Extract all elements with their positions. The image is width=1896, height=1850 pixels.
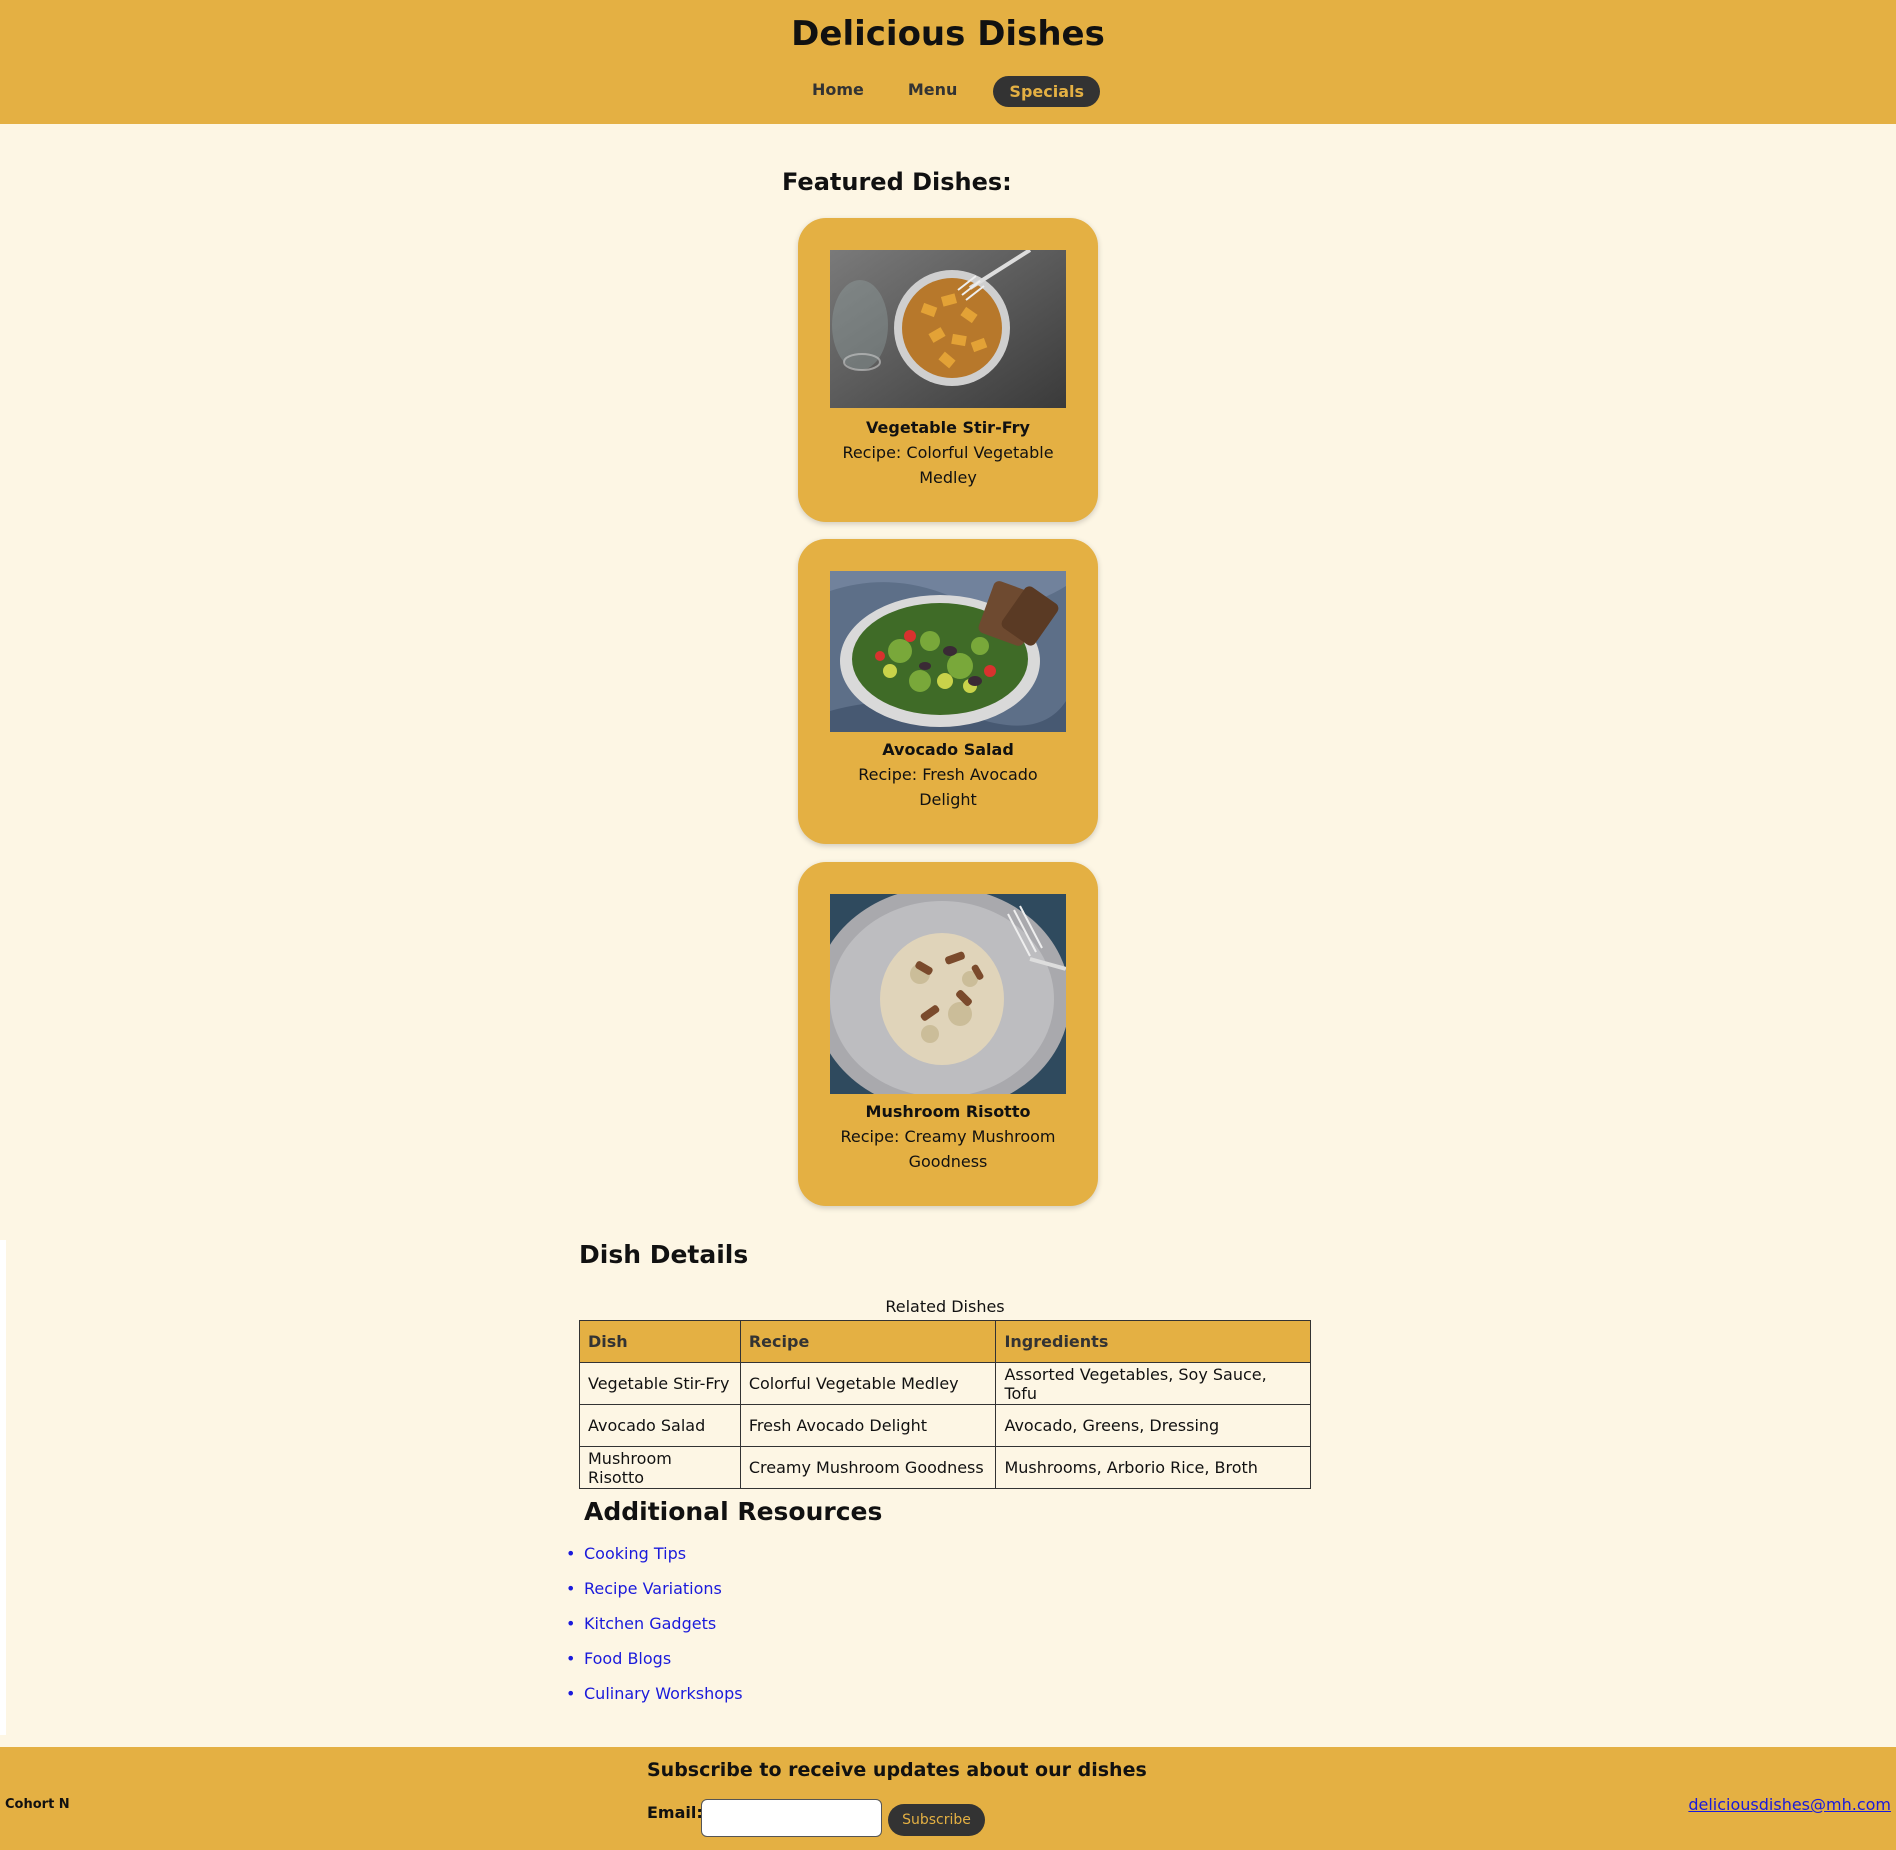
- email-input[interactable]: [701, 1799, 882, 1837]
- avocado-salad-image: [830, 571, 1066, 732]
- mushroom-risotto-image: [830, 894, 1066, 1094]
- featured-heading: Featured Dishes:: [782, 168, 1012, 196]
- column-header-ingredients: Ingredients: [995, 1320, 1311, 1363]
- table-cell: Vegetable Stir-Fry: [579, 1362, 741, 1405]
- resource-link-recipe-variations[interactable]: Recipe Variations: [584, 1579, 722, 1598]
- email-label: Email:: [647, 1803, 703, 1822]
- table-row: Vegetable Stir-Fry Colorful Vegetable Me…: [579, 1362, 1311, 1405]
- table-cell: Fresh Avocado Delight: [739, 1404, 997, 1447]
- main-nav: Home Menu Specials: [0, 76, 1896, 107]
- dish-card: Avocado Salad Recipe: Fresh Avocado Deli…: [798, 539, 1098, 844]
- table-cell: Avocado, Greens, Dressing: [995, 1404, 1311, 1447]
- table-cell: Colorful Vegetable Medley: [739, 1362, 997, 1405]
- table-cell: Mushroom Risotto: [579, 1446, 741, 1489]
- dish-card: Vegetable Stir-Fry Recipe: Colorful Vege…: [798, 218, 1098, 522]
- dish-recipe: Recipe: Fresh Avocado Delight: [858, 765, 1038, 809]
- related-dishes-table: Dish Recipe Ingredients Vegetable Stir-F…: [579, 1320, 1311, 1489]
- list-item: Cooking Tips: [566, 1544, 743, 1579]
- list-item: Recipe Variations: [566, 1579, 743, 1614]
- dish-recipe: Recipe: Creamy Mushroom Goodness: [840, 1127, 1056, 1171]
- table-cell: Avocado Salad: [579, 1404, 741, 1447]
- resource-link-food-blogs[interactable]: Food Blogs: [584, 1649, 671, 1668]
- nav-home[interactable]: Home: [796, 76, 880, 107]
- stir-fry-image: [830, 250, 1066, 408]
- table-row: Mushroom Risotto Creamy Mushroom Goodnes…: [579, 1446, 1311, 1489]
- resources-list: Cooking Tips Recipe Variations Kitchen G…: [566, 1544, 743, 1719]
- nav-specials[interactable]: Specials: [993, 76, 1101, 107]
- resources-heading: Additional Resources: [584, 1497, 883, 1526]
- dish-details-heading: Dish Details: [579, 1240, 749, 1269]
- resource-link-culinary-workshops[interactable]: Culinary Workshops: [584, 1684, 743, 1703]
- list-item: Food Blogs: [566, 1649, 743, 1684]
- list-item: Kitchen Gadgets: [566, 1614, 743, 1649]
- subscribe-heading: Subscribe to receive updates about our d…: [647, 1759, 1147, 1781]
- table-cell: Assorted Vegetables, Soy Sauce, Tofu: [995, 1362, 1311, 1405]
- left-edge-bar: [0, 1240, 6, 1735]
- column-header-recipe: Recipe: [739, 1320, 997, 1363]
- dish-name: Vegetable Stir-Fry: [866, 418, 1030, 437]
- nav-menu[interactable]: Menu: [892, 76, 974, 107]
- dish-recipe: Recipe: Colorful Vegetable Medley: [842, 443, 1054, 487]
- contact-email-link[interactable]: deliciousdishes@mh.com: [1688, 1795, 1891, 1814]
- dish-card: Mushroom Risotto Recipe: Creamy Mushroom…: [798, 862, 1098, 1206]
- dish-name: Avocado Salad: [882, 740, 1014, 759]
- table-cell: Creamy Mushroom Goodness: [739, 1446, 997, 1489]
- subscribe-button[interactable]: Subscribe: [888, 1804, 985, 1836]
- site-header: Delicious Dishes Home Menu Specials: [0, 0, 1896, 124]
- table-row: Avocado Salad Fresh Avocado Delight Avoc…: [579, 1404, 1311, 1447]
- site-title: Delicious Dishes: [791, 14, 1105, 54]
- table-caption: Related Dishes: [885, 1297, 1005, 1316]
- cohort-label: Cohort N: [5, 1797, 70, 1812]
- resource-link-kitchen-gadgets[interactable]: Kitchen Gadgets: [584, 1614, 716, 1633]
- list-item: Culinary Workshops: [566, 1684, 743, 1719]
- site-footer: Cohort N Subscribe to receive updates ab…: [0, 1747, 1896, 1850]
- dish-name: Mushroom Risotto: [865, 1102, 1031, 1121]
- resource-link-cooking-tips[interactable]: Cooking Tips: [584, 1544, 686, 1563]
- column-header-dish: Dish: [579, 1320, 741, 1363]
- table-cell: Mushrooms, Arborio Rice, Broth: [995, 1446, 1311, 1489]
- table-header-row: Dish Recipe Ingredients: [579, 1320, 1311, 1363]
